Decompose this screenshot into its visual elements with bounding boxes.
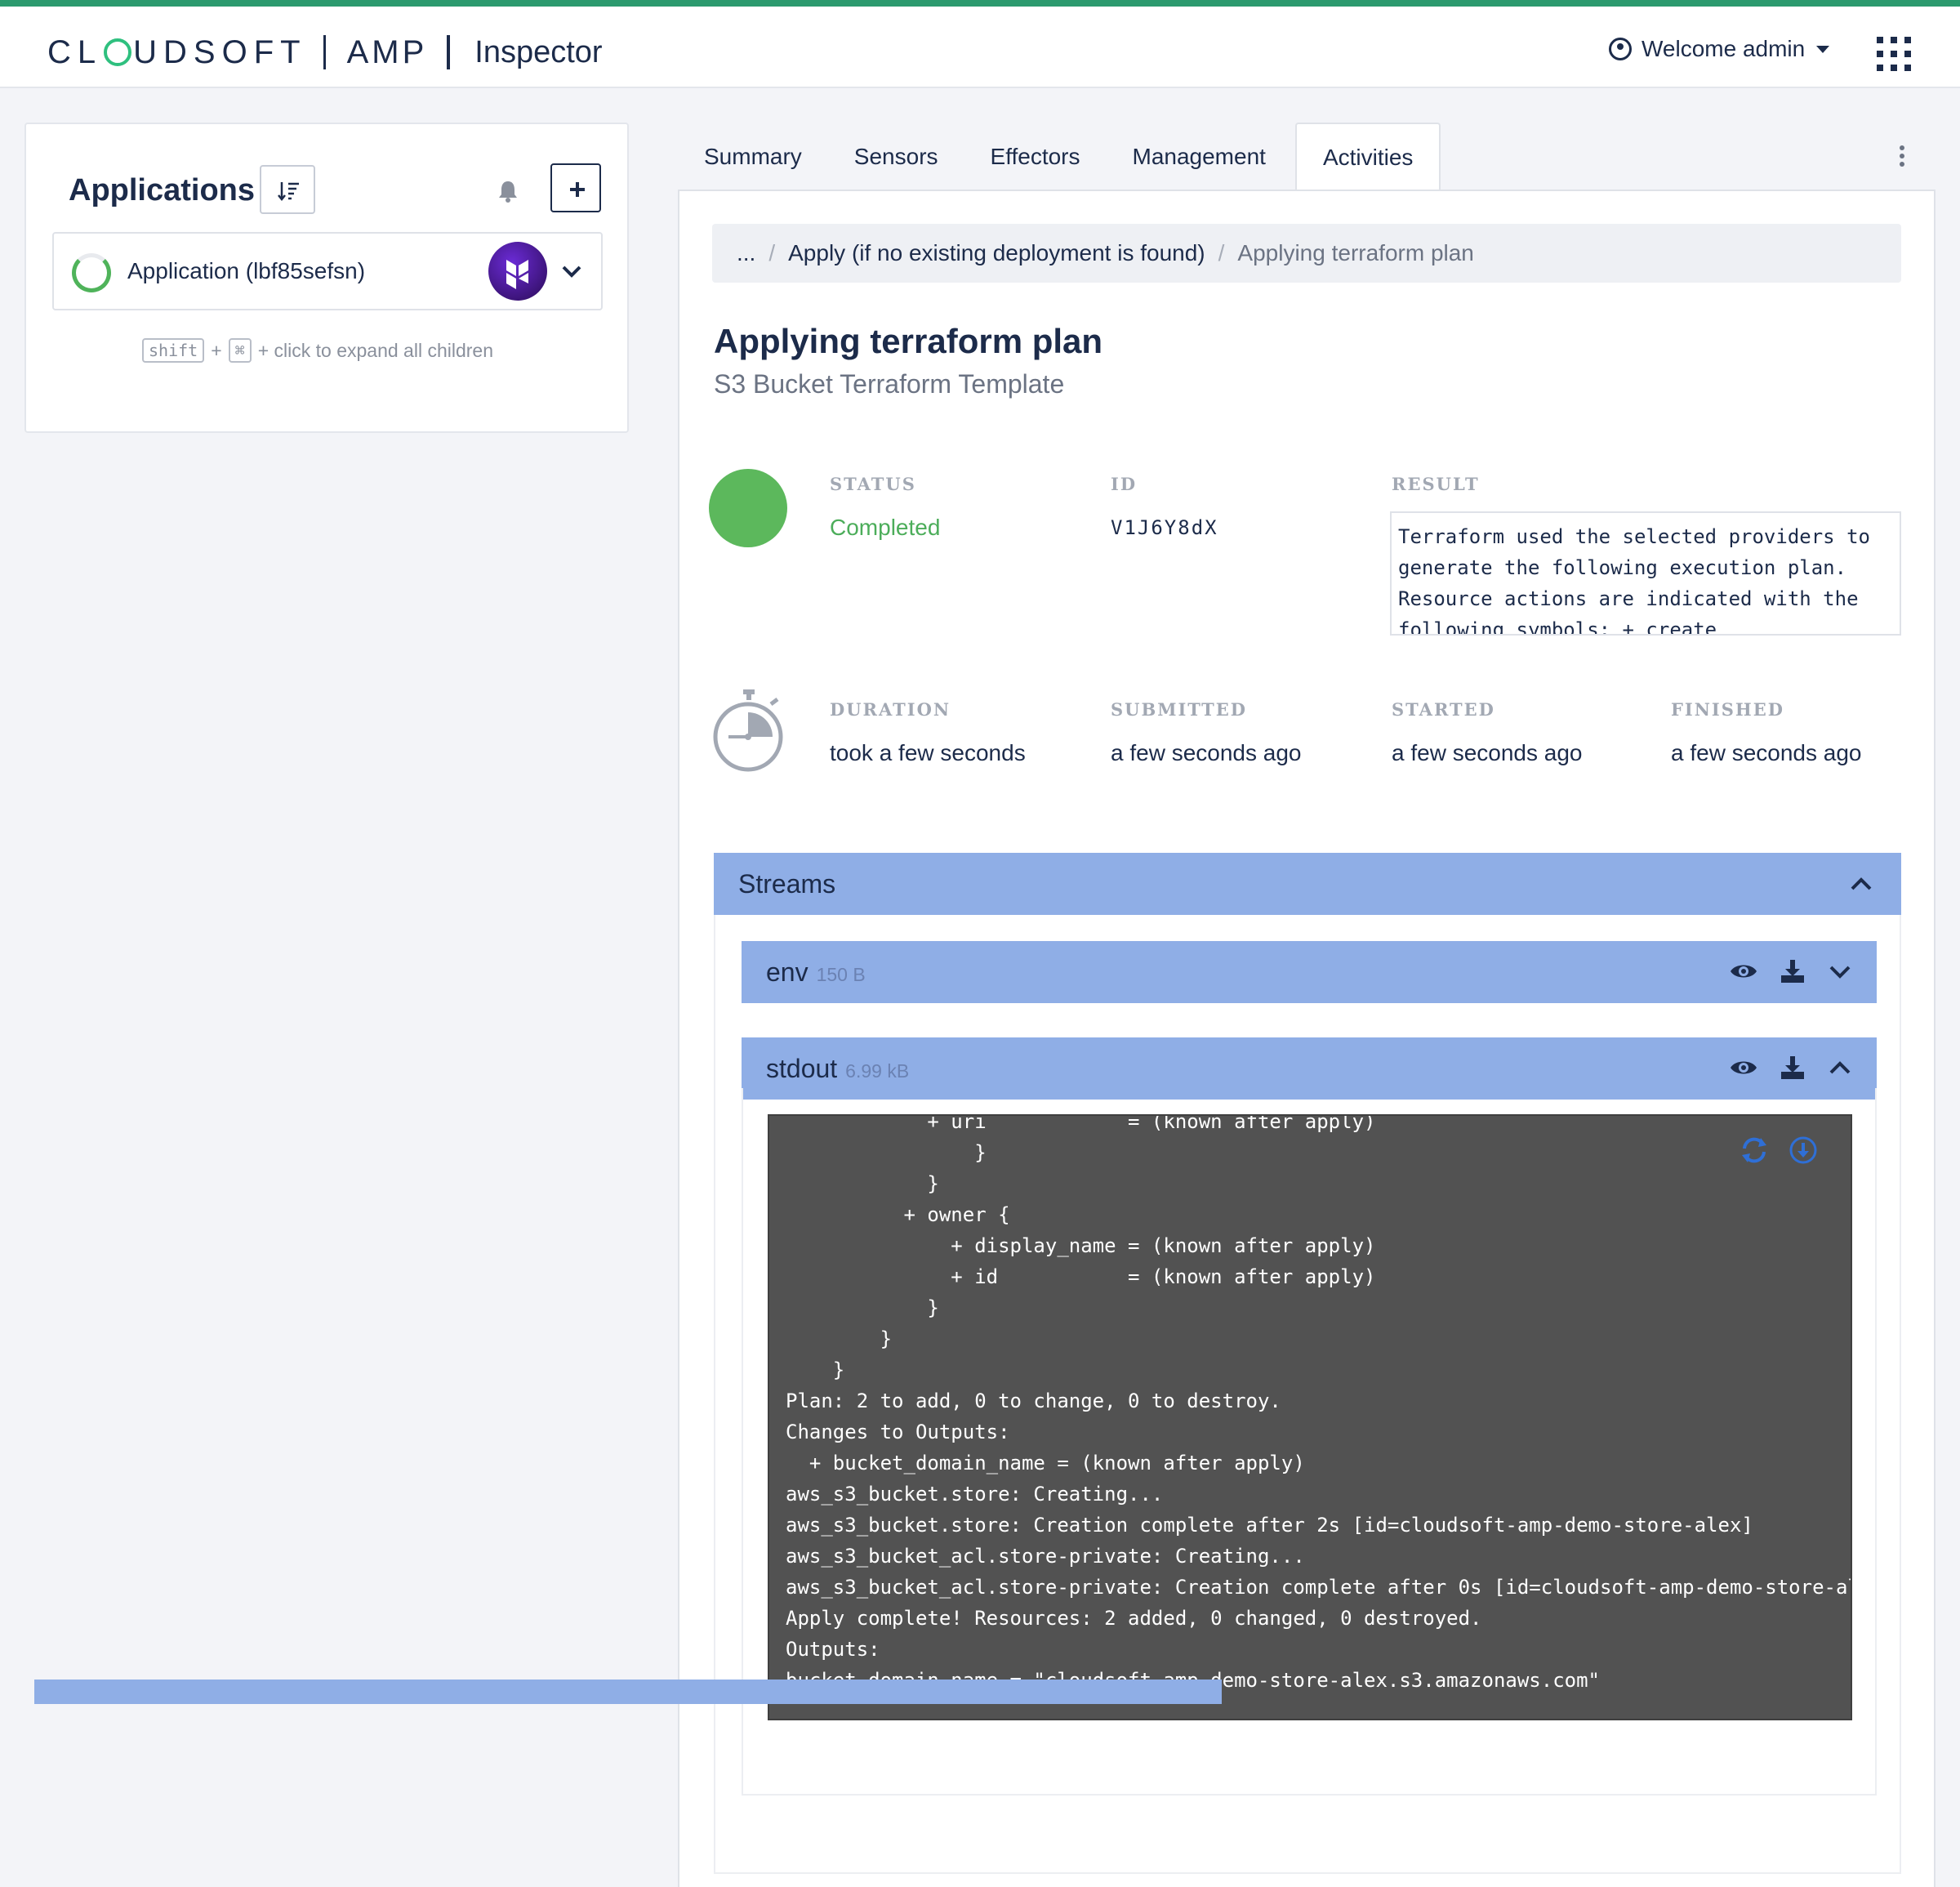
stdout-content: + uri = (known after apply) } } + owner … [786,1114,1852,1692]
submitted-value: a few seconds ago [1111,740,1302,765]
cloudsoft-o-icon [104,38,132,66]
started-label: STARTED [1392,699,1495,720]
brand-cloudsoft: CL UDSOFT [47,33,307,70]
chevron-down-icon[interactable] [1828,960,1852,983]
terraform-logo-icon [488,242,547,301]
applications-panel: Applications Application (lbf85sefsn) sh… [24,123,629,433]
tab-sensors[interactable]: Sensors [828,123,964,191]
finished-value: a few seconds ago [1671,740,1862,765]
stream-name: stdout [766,1053,838,1083]
duration-label: DURATION [830,699,951,720]
status-spinner-icon [72,253,111,292]
stream-size: 150 B [816,963,866,985]
top-navbar: CL UDSOFT AMP Inspector Welcome admin [0,0,1960,88]
status-label: STATUS [830,474,916,494]
tab-activities[interactable]: Activities [1294,123,1441,191]
scroll-down-icon[interactable] [1788,1135,1818,1165]
tab-effectors[interactable]: Effectors [964,123,1107,191]
tab-management[interactable]: Management [1107,123,1292,191]
duration-value: took a few seconds [830,740,1026,765]
breadcrumb-parent[interactable]: Apply (if no existing deployment is foun… [788,240,1205,266]
finished-label: FINISHED [1671,699,1784,720]
stream-name: env [766,957,808,987]
started-value: a few seconds ago [1392,740,1583,765]
result-label: RESULT [1392,474,1480,494]
brand-logo[interactable]: CL UDSOFT AMP Inspector [47,28,603,77]
stream-env-header[interactable]: env 150 B [742,941,1877,1003]
expand-hint: shift + ⌘ + click to expand all children [142,338,493,363]
id-label: ID [1111,474,1138,494]
entity-tabs: Summary Sensors Effectors Management Act… [678,123,1441,191]
chevron-up-icon[interactable] [1849,872,1873,895]
sort-button[interactable] [260,165,315,214]
streams-header[interactable]: Streams [714,853,1901,915]
next-section-header[interactable] [34,1680,1222,1704]
status-value: Completed [830,515,941,540]
apps-grid-icon[interactable] [1877,37,1913,71]
submitted-label: SUBMITTED [1111,699,1248,720]
streams-section: Streams env 150 B stdout 6.99 kB + uri =… [714,853,1901,1874]
stream-size: 6.99 kB [845,1059,910,1082]
stdout-terminal[interactable]: + uri = (known after apply) } } + owner … [768,1114,1852,1720]
brand-divider [447,35,451,69]
more-options-icon[interactable] [1900,145,1904,167]
result-value[interactable]: Terraform used the selected providers to… [1390,511,1901,636]
id-value: V1J6Y8dX [1111,516,1218,539]
page-title: Applying terraform plan [714,322,1103,360]
eye-icon[interactable] [1730,1058,1757,1077]
refresh-icon[interactable] [1738,1135,1771,1165]
breadcrumb-ellipsis[interactable]: ... [737,240,755,266]
activity-detail-panel: ... / Apply (if no existing deployment i… [678,190,1936,1887]
hint-text: + click to expand all children [257,339,494,361]
streams-title: Streams [738,868,836,899]
streams-body: env 150 B stdout 6.99 kB + uri = (known … [714,915,1901,1874]
add-application-button[interactable] [550,163,601,212]
stopwatch-icon [713,689,783,772]
brand-section: Inspector [474,34,603,69]
chevron-down-icon[interactable] [560,260,583,283]
breadcrumb-current: Applying terraform plan [1237,240,1474,265]
welcome-label: Welcome admin [1642,36,1806,61]
brand-amp: AMP [346,33,428,70]
application-name: Application (lbf85sefsn) [127,258,366,283]
tab-summary[interactable]: Summary [678,123,828,191]
page-subtitle: S3 Bucket Terraform Template [714,369,1065,399]
sort-icon [278,182,299,202]
brand-divider [323,35,326,69]
user-circle-icon [1609,38,1632,60]
shift-key: shift [142,338,205,363]
application-list-item[interactable]: Application (lbf85sefsn) [52,232,603,310]
bell-icon[interactable] [498,180,518,203]
download-icon[interactable] [1780,1055,1805,1080]
breadcrumb: ... / Apply (if no existing deployment i… [712,224,1901,283]
download-icon[interactable] [1780,959,1805,984]
chevron-up-icon[interactable] [1828,1056,1852,1079]
applications-title: Applications [69,173,256,207]
caret-down-icon [1816,45,1830,53]
eye-icon[interactable] [1730,961,1757,981]
command-key: ⌘ [228,338,252,363]
status-indicator [709,469,787,547]
user-menu[interactable]: Welcome admin [1609,36,1830,62]
